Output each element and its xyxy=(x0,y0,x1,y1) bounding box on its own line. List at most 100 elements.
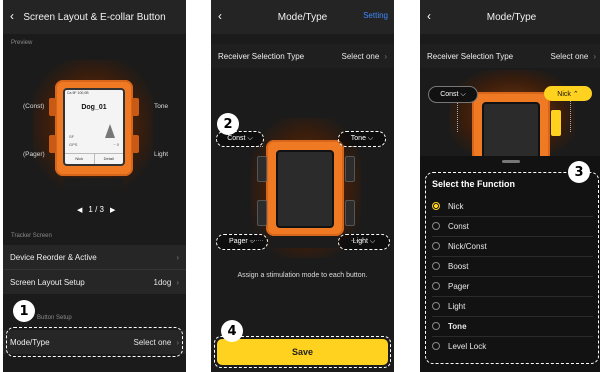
chevron-right-icon: › xyxy=(176,277,179,287)
function-option-nick[interactable]: Nick xyxy=(432,196,593,216)
collar-strap xyxy=(63,178,123,190)
collar-device xyxy=(266,140,344,236)
left-top-button xyxy=(257,156,267,182)
prev-arrow-icon[interactable]: ◀ xyxy=(77,206,82,214)
tone-label: Tone xyxy=(154,103,169,110)
const-dropdown[interactable]: Const ⌵ xyxy=(428,86,478,103)
receiver-selection-row[interactable]: Receiver Selection Type Select one › xyxy=(211,44,394,68)
option-label: Pager xyxy=(448,281,470,291)
step-badge-2: 2 xyxy=(217,113,239,135)
nav-bar: ‹ Screen Layout & E-collar Button xyxy=(3,0,186,34)
radio-icon xyxy=(432,342,440,350)
selected-side-button xyxy=(551,110,561,136)
function-option-const[interactable]: Const xyxy=(432,216,593,236)
sheet-title: Select the Function xyxy=(432,179,516,189)
pager-label: (Pager) xyxy=(23,151,45,158)
radio-icon xyxy=(432,282,440,290)
device-status: Ca 5F 100,0B xyxy=(67,91,89,95)
const-label: (Const) xyxy=(23,103,45,110)
chevron-right-icon: › xyxy=(176,252,179,262)
softkey-right: Detail xyxy=(93,154,124,164)
chevron-right-icon: › xyxy=(384,51,387,61)
radio-selected-icon xyxy=(432,202,440,210)
softkey-left: Nick xyxy=(75,156,84,161)
device-reorder-row[interactable]: Device Reorder & Active › xyxy=(3,245,186,269)
preview-pager: ◀ 1 / 3 ▶ xyxy=(77,205,115,214)
compass-arrow-icon xyxy=(105,124,115,138)
button-setup-label: Button Setup xyxy=(37,315,72,321)
device-dog-name: Dog_01 xyxy=(81,104,107,111)
device-softkeys: Nick Detail xyxy=(65,153,123,164)
function-option-tone[interactable]: Tone xyxy=(432,316,593,336)
device-gps: GPS xyxy=(69,142,78,147)
right-top-button xyxy=(132,98,139,116)
nick-dropdown[interactable]: Nick ⌃ xyxy=(544,86,592,101)
page-title: Screen Layout & E-collar Button xyxy=(23,11,166,23)
sheet-handle[interactable] xyxy=(502,160,520,163)
nav-bar: ‹ Mode/Type Setting xyxy=(211,0,394,34)
light-dropdown[interactable]: Light ⌵ xyxy=(338,234,390,250)
option-label: Boost xyxy=(448,261,469,271)
assign-hint: Assign a stimulation mode to each button… xyxy=(237,272,368,279)
collar-device: Ca 5F 100,0B Dog_01 SF GPS ~ 0 Nick Deta… xyxy=(49,80,139,176)
function-option-nick-const[interactable]: Nick/Const xyxy=(432,236,593,256)
row-label: Screen Layout Setup xyxy=(10,277,85,287)
pager-text: 1 / 3 xyxy=(88,205,104,214)
row-value: 1dog xyxy=(153,277,172,287)
device-distance: ~ 0 xyxy=(113,142,119,147)
connector-line xyxy=(570,96,571,132)
radio-icon xyxy=(432,242,440,250)
step-badge-3: 3 xyxy=(568,161,590,183)
function-option-light[interactable]: Light xyxy=(432,296,593,316)
option-label: Level Lock xyxy=(448,341,487,351)
left-bottom-button xyxy=(49,135,56,153)
receiver-selection-row[interactable]: Receiver Selection Type Select one › xyxy=(420,44,600,68)
function-option-level-lock[interactable]: Level Lock xyxy=(432,336,593,356)
option-label: Light xyxy=(448,301,466,311)
option-label: Nick xyxy=(448,201,464,211)
collar-device xyxy=(472,92,550,166)
setting-link[interactable]: Setting xyxy=(363,11,388,20)
back-icon[interactable]: ‹ xyxy=(218,9,222,23)
device-screen xyxy=(276,150,334,228)
row-label: Device Reorder & Active xyxy=(10,252,97,262)
tone-dropdown[interactable]: Tone ⌵ xyxy=(338,131,386,147)
step-badge-4: 4 xyxy=(221,320,243,342)
back-icon[interactable]: ‹ xyxy=(427,9,431,23)
left-top-button xyxy=(49,98,56,116)
function-option-boost[interactable]: Boost xyxy=(432,256,593,276)
function-option-pager[interactable]: Pager xyxy=(432,276,593,296)
save-button[interactable]: Save xyxy=(217,339,388,365)
screen-layout-screen: ‹ Screen Layout & E-collar Button Previe… xyxy=(3,0,186,372)
right-bottom-button xyxy=(132,135,139,153)
radio-icon xyxy=(432,222,440,230)
screen-layout-setup-row[interactable]: Screen Layout Setup 1dog › xyxy=(3,270,186,294)
option-label: Tone xyxy=(448,321,467,331)
select-function-screen: ‹ Mode/Type Receiver Selection Type Sele… xyxy=(420,0,600,372)
light-label: Light xyxy=(154,151,169,158)
page-title: Mode/Type xyxy=(486,11,537,23)
mode-type-screen: ‹ Mode/Type Setting Receiver Selection T… xyxy=(211,0,394,372)
row-value: Select one xyxy=(550,51,589,61)
chevron-right-icon: › xyxy=(593,51,596,61)
collar-strap xyxy=(269,236,339,248)
radio-icon xyxy=(432,262,440,270)
next-arrow-icon[interactable]: ▶ xyxy=(110,206,115,214)
row-label: Receiver Selection Type xyxy=(427,51,514,61)
device-screen: Ca 5F 100,0B Dog_01 SF GPS ~ 0 Nick Deta… xyxy=(63,88,125,166)
radio-icon xyxy=(432,322,440,330)
device-sf: SF xyxy=(69,134,75,139)
right-top-button xyxy=(345,156,355,182)
preview-label: Preview xyxy=(11,40,33,46)
option-label: Const xyxy=(448,221,469,231)
back-icon[interactable]: ‹ xyxy=(10,9,14,23)
row-value: Select one xyxy=(341,51,380,61)
option-label: Nick/Const xyxy=(448,241,487,251)
radio-icon xyxy=(432,302,440,310)
mode-type-highlight xyxy=(6,327,183,357)
step-badge-1: 1 xyxy=(13,300,35,322)
pager-dropdown[interactable]: Pager ⌵ xyxy=(216,234,268,250)
row-label: Receiver Selection Type xyxy=(218,51,305,61)
left-bottom-button xyxy=(257,200,267,226)
tracker-screen-label: Tracker Screen xyxy=(11,233,52,239)
